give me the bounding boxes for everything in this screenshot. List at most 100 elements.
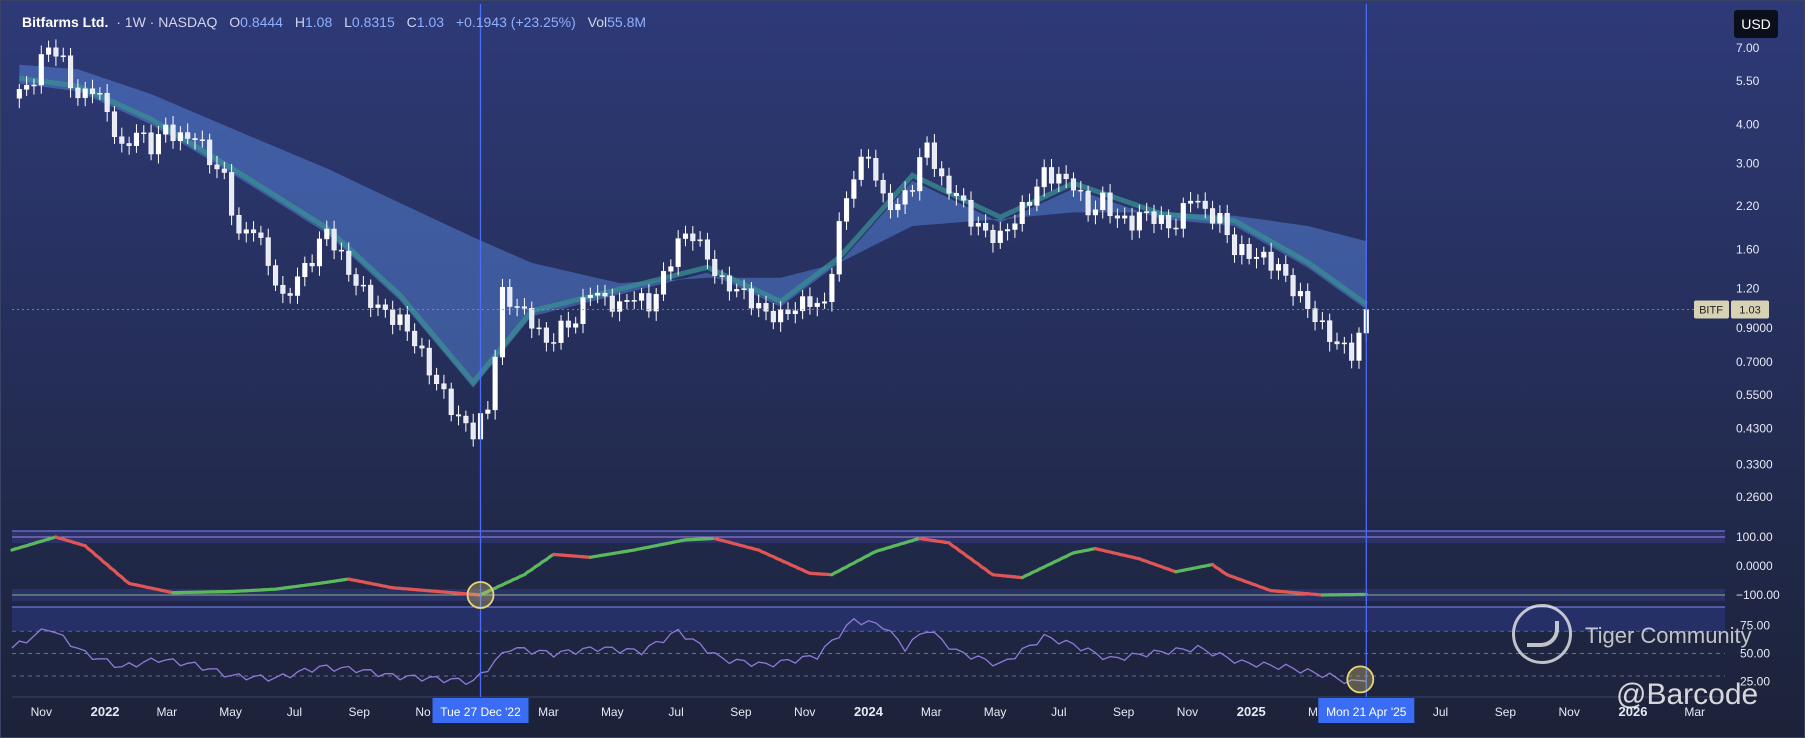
candle-body — [763, 303, 769, 312]
candle-body — [390, 309, 396, 325]
candle-body — [609, 295, 615, 312]
candle-body — [397, 314, 403, 325]
candle-body — [631, 300, 637, 302]
candle-body — [1202, 200, 1208, 209]
interval-exchange: · 1W · NASDAQ — [116, 14, 217, 30]
candle-body — [902, 190, 908, 205]
candle — [492, 349, 498, 420]
candle-body — [946, 175, 952, 194]
candle-body — [1217, 212, 1223, 224]
time-tick-label: 2024 — [854, 704, 884, 719]
candle-body — [1070, 178, 1077, 191]
time-tick-label: Sep — [1113, 705, 1135, 719]
tiger-logo-icon — [1512, 604, 1572, 664]
volume-label: Vol — [588, 14, 607, 30]
candle-body — [617, 301, 623, 312]
time-tick-label: Sep — [349, 705, 371, 719]
candle-body — [148, 132, 154, 155]
candle-body — [1210, 208, 1216, 224]
candle-body — [1290, 275, 1296, 297]
candle-body — [990, 230, 996, 243]
candle-body — [1144, 211, 1150, 213]
oscillator-low-highlight — [466, 581, 495, 609]
candle-body — [426, 347, 432, 376]
candle-body — [287, 293, 293, 296]
candle-body — [865, 156, 872, 159]
candle-body — [331, 228, 337, 251]
candle-body — [126, 143, 132, 146]
oscillator-tick-label: 100.00 — [1736, 530, 1773, 544]
candle-body — [880, 179, 886, 194]
high-value: 1.08 — [305, 14, 332, 30]
candle-body — [646, 293, 652, 312]
price-tick-label: 0.7000 — [1736, 355, 1773, 369]
candle-body — [1356, 332, 1362, 361]
candle-body — [748, 288, 754, 309]
candle-body — [595, 292, 601, 296]
candle-body — [375, 304, 381, 308]
candle-body — [360, 284, 366, 287]
time-tick-label: Jul — [1051, 705, 1066, 719]
candle-body — [836, 221, 842, 275]
candle-body — [1327, 320, 1333, 342]
candle-body — [1268, 251, 1274, 271]
candle-body — [60, 55, 66, 57]
time-tick-label: May — [601, 705, 624, 719]
close-label: C — [407, 14, 417, 30]
candle-body — [1275, 264, 1281, 271]
candle-body — [807, 296, 813, 307]
candle-body — [660, 270, 667, 295]
candle-body — [294, 276, 301, 296]
oscillator-tick-label: 0.0000 — [1736, 559, 1773, 573]
candle-body — [1341, 342, 1347, 345]
candle-body — [843, 198, 850, 222]
time-tick-label: Mar — [156, 705, 177, 719]
candle-body — [1034, 186, 1040, 206]
candle-body — [1136, 212, 1142, 231]
low-label: L — [344, 14, 352, 30]
candle-body — [280, 284, 286, 294]
candle-body — [1151, 211, 1157, 224]
candle-body — [1114, 215, 1120, 219]
candle-body — [1188, 200, 1194, 204]
candle-body — [551, 342, 557, 344]
open-value: 0.8444 — [240, 14, 283, 30]
candle-body — [822, 301, 828, 304]
price-tick-label: 5.50 — [1736, 74, 1760, 88]
candle-body — [199, 139, 205, 142]
price-tick-label: 1.60 — [1736, 242, 1760, 256]
candle-body — [1122, 215, 1128, 219]
candle-body — [968, 199, 974, 227]
candle-body — [924, 142, 930, 158]
symbol-name: Bitfarms Ltd. — [22, 14, 108, 30]
candle-body — [851, 179, 857, 199]
candle — [499, 278, 506, 366]
price-tick-label: 3.00 — [1736, 157, 1760, 171]
time-tick-label: Sep — [1495, 705, 1517, 719]
candle-body — [265, 237, 271, 266]
candle-body — [953, 192, 959, 196]
candle-body — [734, 289, 740, 292]
currency-button[interactable]: USD — [1734, 10, 1778, 38]
volume-value: 55.8M — [607, 14, 646, 30]
candle-body — [1239, 244, 1245, 256]
candle-body — [726, 275, 732, 292]
candle-body — [814, 302, 820, 307]
candle-body — [141, 132, 147, 135]
candle-body — [983, 223, 989, 231]
candle-body — [529, 308, 535, 329]
candle-body — [514, 306, 520, 308]
candle-body — [68, 55, 74, 89]
candle-body — [565, 320, 571, 328]
candle-body — [1231, 234, 1238, 256]
candle-body — [1246, 244, 1252, 259]
candle-body — [492, 356, 498, 411]
candle-body — [163, 124, 169, 135]
time-tick-label: Sep — [730, 705, 752, 719]
candle-body — [324, 228, 330, 240]
candle-body — [536, 327, 542, 330]
candle-body — [192, 138, 198, 141]
candle-body — [712, 258, 718, 276]
time-tick-label: Mar — [921, 705, 942, 719]
price-tick-label: 0.3300 — [1736, 458, 1773, 472]
